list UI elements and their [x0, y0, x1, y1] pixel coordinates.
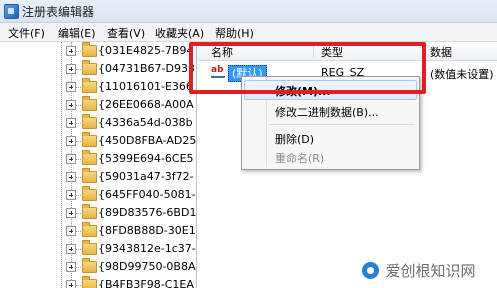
- tree-item-label: {59031a47-3f72-: [98, 170, 194, 183]
- tree-item[interactable]: {9343812e-1c37-: [0, 240, 196, 258]
- tree-item-label: {89D83576-6BD1: [98, 206, 197, 219]
- tree-item[interactable]: {59031a47-3f72-: [0, 168, 196, 186]
- tree-item-label: {11016101-E366: [98, 80, 193, 93]
- menu-item-modify-binary[interactable]: 修改二进制数据(B)...: [244, 101, 417, 121]
- folder-icon: [82, 114, 97, 129]
- tree-item[interactable]: {89D83576-6BD1: [0, 204, 196, 222]
- expand-icon[interactable]: [66, 82, 76, 92]
- window-title: 注册表编辑器: [22, 5, 95, 19]
- registry-editor-icon: [4, 4, 19, 19]
- tree-item[interactable]: {04731B67-D933: [0, 60, 196, 78]
- expand-icon[interactable]: [66, 208, 76, 218]
- tree-item[interactable]: {26EE0668-A00A: [0, 96, 196, 114]
- expand-icon[interactable]: [66, 136, 76, 146]
- menu-bar: 文件(F) 编辑(E) 查看(V) 收藏夹(A) 帮助(H): [0, 23, 497, 42]
- tree-item[interactable]: {8FD8B88D-30E1: [0, 222, 196, 240]
- menu-view[interactable]: 查看(V): [107, 25, 145, 41]
- folder-icon: [82, 96, 97, 111]
- title-bar: 注册表编辑器: [0, 0, 497, 23]
- watermark-logo-icon: [362, 262, 379, 279]
- watermark-text: 爱创根知识网: [385, 262, 476, 280]
- folder-icon: [82, 42, 97, 57]
- folder-icon: [82, 150, 97, 165]
- menu-file[interactable]: 文件(F): [8, 25, 45, 41]
- expand-icon[interactable]: [66, 244, 76, 254]
- tree-item-label: {26EE0668-A00A: [98, 98, 194, 111]
- menu-item-delete[interactable]: 删除(D): [244, 128, 417, 148]
- tree-item[interactable]: {4336a54d-038b: [0, 114, 196, 132]
- expand-icon[interactable]: [66, 46, 76, 56]
- expand-icon[interactable]: [66, 154, 76, 164]
- tree-item-label: {4336a54d-038b: [98, 116, 193, 129]
- expand-icon[interactable]: [66, 190, 76, 200]
- expand-icon[interactable]: [66, 280, 76, 288]
- tree-item-label: {98D99750-0B8A: [98, 260, 196, 273]
- folder-icon: [82, 60, 97, 75]
- menu-help[interactable]: 帮助(H): [215, 25, 254, 41]
- tree-item[interactable]: {645FF040-5081-: [0, 186, 196, 204]
- tree-item[interactable]: {11016101-E366: [0, 78, 196, 96]
- column-data[interactable]: 数据: [430, 44, 452, 60]
- folder-icon: [82, 186, 97, 201]
- tree-item-label: {031E4825-7B94: [98, 44, 194, 57]
- tree-item[interactable]: {031E4825-7B94: [0, 42, 196, 60]
- folder-icon: [82, 204, 97, 219]
- tree-item-label: {645FF040-5081-: [98, 188, 196, 201]
- expand-icon[interactable]: [66, 64, 76, 74]
- folder-icon: [82, 222, 97, 237]
- registry-key-tree[interactable]: {031E4825-7B94 {04731B67-D933 {11016101-…: [0, 42, 197, 288]
- tree-item[interactable]: {98D99750-0B8A: [0, 258, 196, 276]
- expand-icon[interactable]: [66, 118, 76, 128]
- value-data: (数值未设置): [430, 68, 494, 81]
- menu-item-rename: 重命名(R): [275, 152, 325, 165]
- expand-icon[interactable]: [66, 172, 76, 182]
- red-highlight-box: [189, 42, 426, 94]
- folder-icon: [82, 132, 97, 147]
- tree-item-label: {04731B67-D933: [98, 62, 195, 75]
- menu-edit[interactable]: 编辑(E): [58, 25, 96, 41]
- tree-item[interactable]: {5399E694-6CE5: [0, 150, 196, 168]
- folder-icon: [82, 78, 97, 93]
- tree-item[interactable]: {B4FB3F98-C1EA: [0, 276, 196, 288]
- folder-icon: [82, 168, 97, 183]
- tree-item-label: {9343812e-1c37-: [98, 242, 196, 255]
- tree-item[interactable]: {450D8FBA-AD25: [0, 132, 196, 150]
- expand-icon[interactable]: [66, 262, 76, 272]
- folder-icon: [82, 276, 97, 288]
- expand-icon[interactable]: [66, 226, 76, 236]
- folder-icon: [82, 240, 97, 255]
- menu-favorites[interactable]: 收藏夹(A): [155, 25, 204, 41]
- expand-icon[interactable]: [66, 100, 76, 110]
- tree-item-label: {5399E694-6CE5: [98, 152, 194, 165]
- menu-separator: [270, 124, 415, 125]
- folder-icon: [82, 258, 97, 273]
- tree-item-label: {B4FB3F98-C1EA: [98, 278, 194, 288]
- watermark: 爱创根知识网: [362, 260, 476, 281]
- tree-item-label: {450D8FBA-AD25: [98, 134, 197, 147]
- tree-item-label: {8FD8B88D-30E1: [98, 224, 196, 237]
